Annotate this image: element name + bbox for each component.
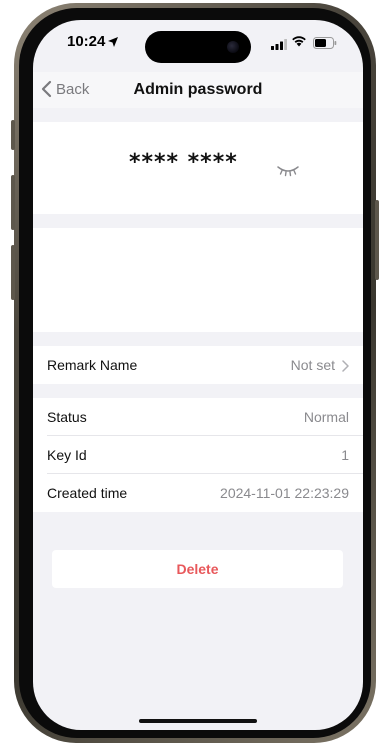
key-id-row: Key Id 1 <box>33 436 363 474</box>
key-id-value: 1 <box>341 447 349 463</box>
battery-icon <box>313 36 337 54</box>
phone-action-button <box>11 120 15 150</box>
app-screen: 10:24 Back Admin password **** **** Rema… <box>33 20 363 730</box>
remark-name-label: Remark Name <box>47 357 138 373</box>
dynamic-island <box>145 31 251 63</box>
status-label: Status <box>47 409 87 425</box>
empty-content-card <box>33 228 363 332</box>
delete-button[interactable]: Delete <box>52 550 343 588</box>
phone-volume-down-button <box>11 245 15 300</box>
chevron-right-icon <box>342 359 349 377</box>
masked-password: **** **** <box>129 150 238 175</box>
wifi-icon <box>291 34 307 52</box>
phone-volume-up-button <box>11 175 15 230</box>
key-id-label: Key Id <box>47 447 87 463</box>
created-time-label: Created time <box>47 485 128 501</box>
status-time: 10:24 <box>67 33 106 50</box>
created-time-row: Created time 2024-11-01 22:23:29 <box>33 474 363 512</box>
created-time-value: 2024-11-01 22:23:29 <box>220 485 349 501</box>
status-value: Normal <box>303 409 349 425</box>
status-row: Status Normal <box>33 398 363 436</box>
cellular-signal-icon <box>271 37 287 55</box>
remark-name-row[interactable]: Remark Name Not set <box>33 346 363 384</box>
home-indicator[interactable] <box>139 719 257 723</box>
status-bar: 10:24 <box>33 20 363 72</box>
page-title: Admin password <box>133 81 263 98</box>
navigation-bar: Back Admin password <box>33 72 363 108</box>
password-card: **** **** <box>33 122 363 214</box>
front-camera <box>227 41 239 53</box>
remark-name-value: Not set <box>290 357 335 373</box>
eye-closed-icon[interactable] <box>277 164 299 182</box>
phone-power-button <box>375 200 379 280</box>
